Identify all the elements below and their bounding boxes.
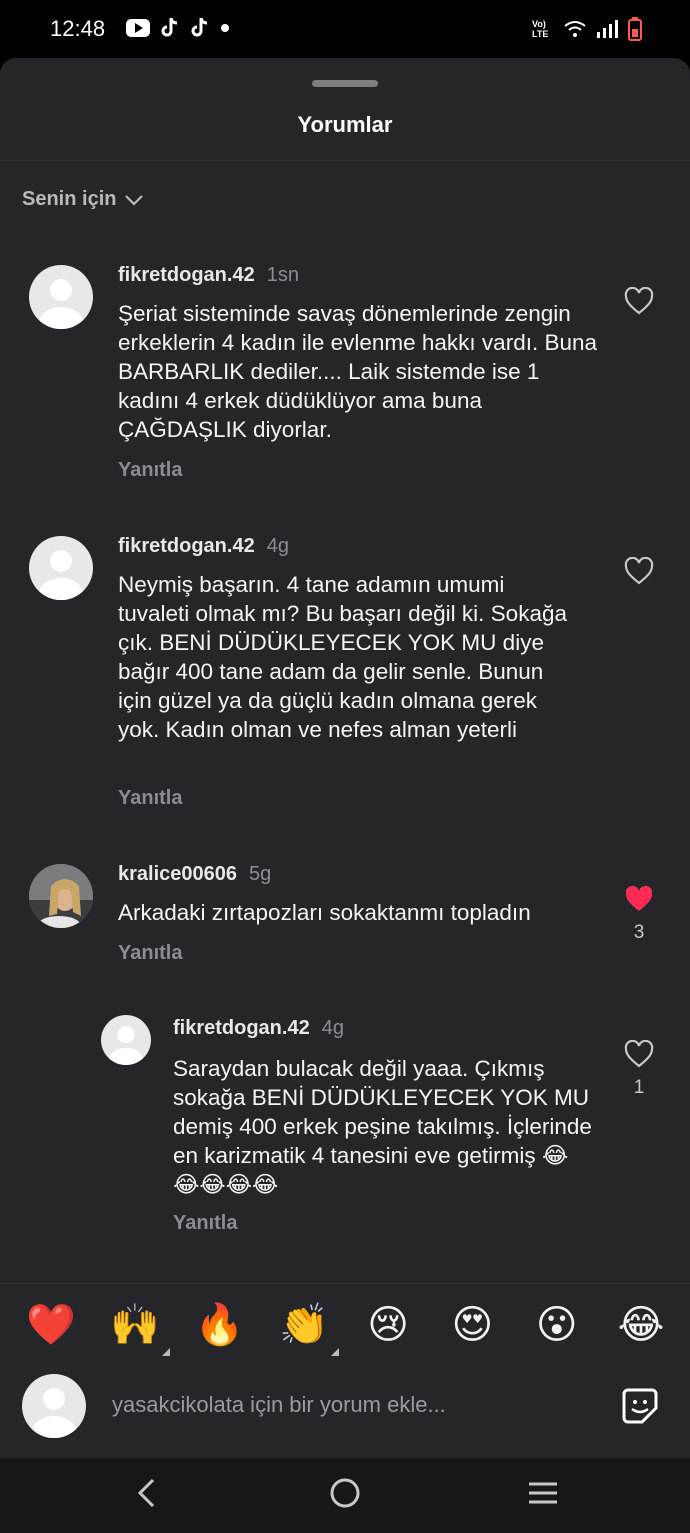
header-divider bbox=[0, 160, 690, 161]
comment-text: Saraydan bulacak değil yaaa. Çıkmış soka… bbox=[173, 1056, 592, 1197]
comment-input[interactable]: yasakcikolata için bir yorum ekle... bbox=[112, 1392, 446, 1418]
chevron-down-icon bbox=[125, 194, 144, 206]
reply-button[interactable]: Yanıtla bbox=[118, 942, 182, 965]
tiktok-icon bbox=[191, 17, 208, 37]
sort-filter-dropdown[interactable]: Senin için bbox=[22, 188, 144, 211]
dot-icon bbox=[221, 24, 229, 32]
emoji-surprised-button[interactable]: 😮 bbox=[532, 1300, 582, 1350]
avatar[interactable] bbox=[101, 1015, 151, 1065]
like-count: 3 bbox=[633, 922, 645, 943]
back-button[interactable] bbox=[133, 1476, 159, 1515]
emoji-heart-button[interactable]: ❤️ bbox=[26, 1300, 76, 1350]
status-time: 12:48 bbox=[50, 16, 106, 41]
like-button[interactable]: 3 bbox=[619, 885, 659, 944]
like-count: 1 bbox=[633, 1077, 645, 1098]
comment-text: Şeriat sisteminde savaş dönemlerinde zen… bbox=[118, 301, 598, 442]
signal-icon bbox=[597, 20, 618, 38]
like-button[interactable] bbox=[619, 556, 659, 590]
default-avatar-icon bbox=[108, 1025, 144, 1065]
skin-tone-indicator bbox=[330, 1348, 339, 1356]
emoji-laughing-button[interactable]: 😂 bbox=[616, 1300, 666, 1350]
default-avatar-icon bbox=[32, 1388, 76, 1438]
avatar[interactable] bbox=[29, 536, 93, 600]
reply-button[interactable]: Yanıtla bbox=[118, 459, 182, 482]
volte-icon: Vo) LTE bbox=[532, 19, 549, 39]
comment-composer: ❤️ 🙌 🔥 👏 😢 😍 😮 😂 yasakcikolata için bir … bbox=[0, 1283, 690, 1459]
comment-username[interactable]: fikretdogan.42 4g bbox=[118, 535, 289, 558]
status-bar: 12:48 Vo) LTE bbox=[0, 0, 690, 58]
notification-icons bbox=[126, 17, 230, 39]
home-button[interactable] bbox=[328, 1476, 362, 1515]
sticker-icon bbox=[622, 1388, 658, 1424]
emoji-raised-hands-button[interactable]: 🙌 bbox=[110, 1300, 171, 1356]
emoji-crying-button[interactable]: 😢 bbox=[363, 1300, 413, 1350]
comment-username[interactable]: kralice00606 5g bbox=[118, 863, 271, 886]
emoji-fire-button[interactable]: 🔥 bbox=[195, 1300, 245, 1350]
heart-outline-icon bbox=[624, 286, 654, 315]
sheet-title: Yorumlar bbox=[297, 112, 393, 137]
comments-sheet: Yorumlar Senin için fikretdogan.42 1sn Şe… bbox=[0, 58, 690, 1458]
comment-text: Arkadaki zırtapozları sokaktanmı topladı… bbox=[118, 900, 531, 925]
system-icons: Vo) LTE bbox=[532, 17, 642, 41]
recents-button[interactable] bbox=[526, 1476, 560, 1515]
current-user-avatar bbox=[22, 1374, 86, 1438]
sticker-button[interactable] bbox=[620, 1386, 660, 1431]
battery-icon bbox=[628, 17, 642, 41]
tiktok-icon bbox=[161, 17, 178, 37]
like-button[interactable] bbox=[619, 286, 659, 320]
comment-username[interactable]: fikretdogan.42 1sn bbox=[118, 264, 299, 287]
comment-text: Neymiş başarın. 4 tane adamın umumi tuva… bbox=[118, 572, 567, 742]
reply-button[interactable]: Yanıtla bbox=[118, 787, 182, 810]
heart-outline-icon bbox=[624, 556, 654, 585]
youtube-icon bbox=[126, 19, 150, 37]
wifi-icon bbox=[564, 21, 586, 37]
menu-lines-icon bbox=[529, 1482, 557, 1504]
drag-handle[interactable] bbox=[312, 80, 378, 87]
default-avatar-icon bbox=[39, 279, 83, 329]
default-avatar-icon bbox=[39, 550, 83, 600]
home-circle-icon bbox=[330, 1478, 360, 1508]
system-nav-bar bbox=[0, 1458, 690, 1533]
back-chevron-icon bbox=[137, 1478, 155, 1508]
comment-time: 4g bbox=[321, 1017, 344, 1039]
quick-emoji-row: ❤️ 🙌 🔥 👏 😢 😍 😮 😂 bbox=[26, 1300, 666, 1356]
comment-time: 5g bbox=[249, 863, 272, 885]
heart-filled-icon bbox=[625, 885, 653, 911]
filter-label: Senin için bbox=[22, 188, 117, 210]
emoji-heart-eyes-button[interactable]: 😍 bbox=[447, 1300, 497, 1350]
like-button[interactable]: 1 bbox=[619, 1039, 659, 1099]
comment-username[interactable]: fikretdogan.42 4g bbox=[173, 1017, 344, 1040]
skin-tone-indicator bbox=[162, 1348, 171, 1356]
avatar[interactable] bbox=[29, 265, 93, 329]
heart-outline-icon bbox=[624, 1039, 654, 1068]
avatar[interactable] bbox=[29, 864, 93, 928]
user-photo-avatar bbox=[29, 864, 93, 928]
emoji-clap-button[interactable]: 👏 bbox=[279, 1300, 339, 1356]
comment-time: 1sn bbox=[266, 264, 299, 286]
comment-input-row: yasakcikolata için bir yorum ekle... bbox=[22, 1374, 668, 1438]
reply-button[interactable]: Yanıtla bbox=[173, 1212, 237, 1235]
comment-time: 4g bbox=[266, 535, 289, 557]
